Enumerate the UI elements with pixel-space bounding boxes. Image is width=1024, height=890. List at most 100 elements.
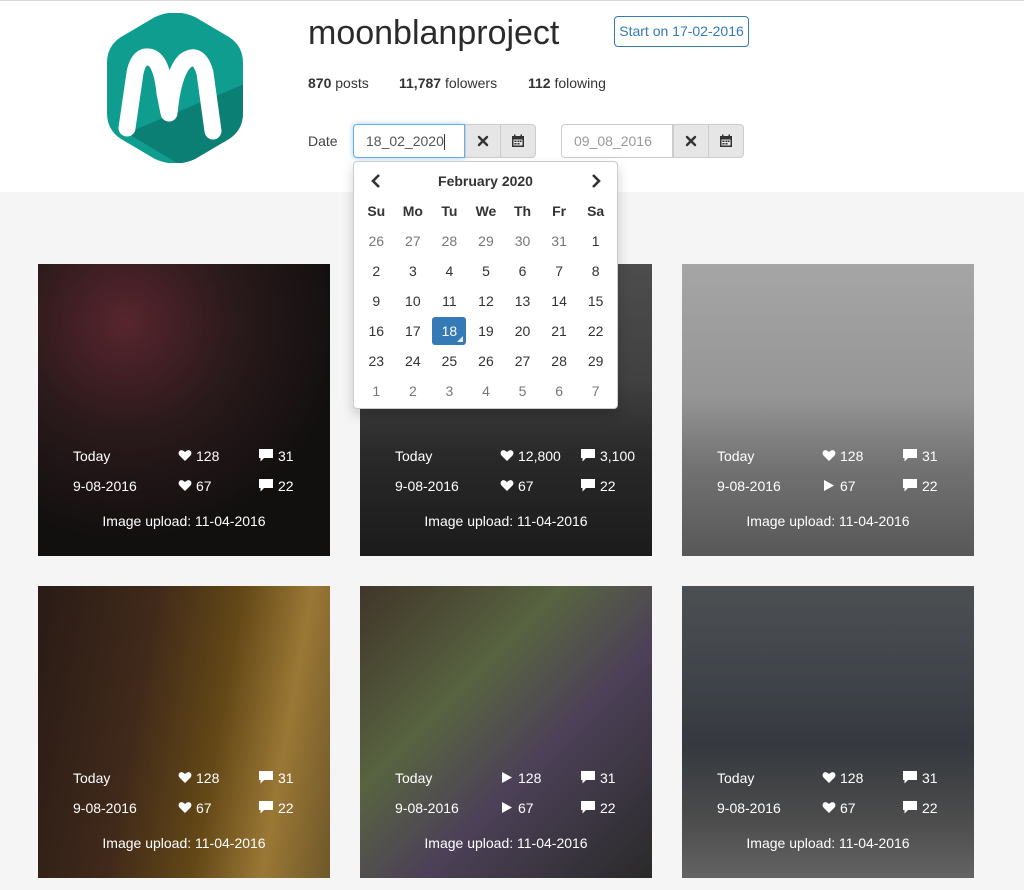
- calendar-month-title[interactable]: February 2020: [354, 173, 617, 189]
- today-comments: 31: [278, 448, 294, 464]
- calendar-day[interactable]: 29: [468, 226, 505, 256]
- date-likes: 67: [196, 800, 212, 816]
- date-likes: 67: [518, 478, 534, 494]
- today-comments: 31: [922, 448, 938, 464]
- calendar-day[interactable]: 21: [541, 316, 578, 346]
- calendar-day[interactable]: 25: [431, 346, 468, 376]
- date-comments: 22: [600, 478, 616, 494]
- from-calendar-button[interactable]: [500, 124, 536, 158]
- calendar-icon: [720, 134, 732, 147]
- calendar-day[interactable]: 1: [577, 226, 614, 256]
- calendar-day[interactable]: 23: [358, 346, 395, 376]
- calendar-day[interactable]: 28: [541, 346, 578, 376]
- heart-icon: [500, 450, 514, 461]
- calendar-day[interactable]: 11: [431, 286, 468, 316]
- calendar-day[interactable]: 6: [541, 376, 578, 406]
- calendar-day[interactable]: 20: [504, 316, 541, 346]
- calendar-day[interactable]: 17: [395, 316, 432, 346]
- today-likes: 128: [196, 770, 220, 786]
- calendar-day[interactable]: 22: [577, 316, 614, 346]
- calendar-day[interactable]: 28: [431, 226, 468, 256]
- calendar-day[interactable]: 2: [395, 376, 432, 406]
- calendar-day-selected[interactable]: 18: [432, 317, 467, 345]
- calendar-day[interactable]: 10: [395, 286, 432, 316]
- calendar-day[interactable]: 9: [358, 286, 395, 316]
- heart-icon: [178, 772, 192, 783]
- comment-icon: [581, 801, 595, 814]
- calendar-day[interactable]: 3: [395, 256, 432, 286]
- date-comments: 22: [278, 478, 294, 494]
- calendar-day[interactable]: 5: [504, 376, 541, 406]
- calendar-day[interactable]: 4: [431, 256, 468, 286]
- calendar-day[interactable]: 30: [504, 226, 541, 256]
- calendar-day[interactable]: 24: [395, 346, 432, 376]
- heart-icon: [500, 480, 514, 491]
- image-upload-date: Image upload: 11-04-2016: [424, 835, 588, 851]
- calendar-day[interactable]: 14: [541, 286, 578, 316]
- date-comments: 22: [600, 800, 616, 816]
- today-label: Today: [395, 770, 433, 786]
- calendar-day[interactable]: 15: [577, 286, 614, 316]
- comment-icon: [903, 801, 917, 814]
- post-card[interactable]: Today 128 31 9-08-2016 67 22 Image upload: 11-…: [682, 264, 974, 556]
- post-card[interactable]: Today 128 31 9-08-2016 67 22 Image upload: 11-…: [38, 264, 330, 556]
- calendar-day[interactable]: 27: [395, 226, 432, 256]
- calendar-day[interactable]: 29: [577, 346, 614, 376]
- calendar-day[interactable]: 2: [358, 256, 395, 286]
- calendar-day[interactable]: 4: [468, 376, 505, 406]
- weekday-label: We: [475, 203, 497, 219]
- today-label: Today: [717, 770, 755, 786]
- comment-icon: [903, 449, 917, 462]
- weekday-label: Su: [367, 203, 386, 219]
- calendar-day[interactable]: 26: [468, 346, 505, 376]
- calendar-day[interactable]: 16: [358, 316, 395, 346]
- calendar-day[interactable]: 7: [577, 376, 614, 406]
- weekday-label: Sa: [587, 203, 605, 219]
- today-label: Today: [73, 770, 111, 786]
- to-date-input[interactable]: 09_08_2016: [561, 124, 673, 158]
- calendar-day[interactable]: 8: [577, 256, 614, 286]
- comment-icon: [259, 479, 273, 492]
- image-upload-date: Image upload: 11-04-2016: [746, 513, 910, 529]
- calendar-week-row: 16 17 18 19 20 21 22: [358, 316, 614, 346]
- calendar-day[interactable]: 19: [468, 316, 505, 346]
- date-filter-label: Date: [308, 133, 338, 149]
- calendar-day[interactable]: 12: [468, 286, 505, 316]
- from-date-value: 18_02_2020: [366, 133, 444, 149]
- clear-to-date-button[interactable]: [673, 124, 709, 158]
- brand-logo: [107, 13, 243, 163]
- calendar-day[interactable]: 31: [541, 226, 578, 256]
- close-icon: [477, 135, 489, 147]
- calendar-day[interactable]: 26: [358, 226, 395, 256]
- today-likes: 12,800: [518, 448, 561, 464]
- calendar-day[interactable]: 27: [504, 346, 541, 376]
- calendar-day[interactable]: 5: [468, 256, 505, 286]
- to-calendar-button[interactable]: [708, 124, 744, 158]
- comment-icon: [581, 449, 595, 462]
- calendar-day[interactable]: 7: [541, 256, 578, 286]
- post-card[interactable]: Today 128 31 9-08-2016 67 22 Image upload: 11-…: [38, 586, 330, 878]
- date-comments: 22: [922, 800, 938, 816]
- today-likes: 128: [518, 770, 542, 786]
- from-date-input[interactable]: 18_02_2020: [353, 124, 465, 158]
- post-card[interactable]: Today 128 31 9-08-2016 67 22 Image upload: 11-…: [682, 586, 974, 878]
- following-count: 112: [528, 75, 551, 91]
- calendar-week-row: 9 10 11 12 13 14 15: [358, 286, 614, 316]
- calendar-day[interactable]: 1: [358, 376, 395, 406]
- today-label: Today: [395, 448, 433, 464]
- image-upload-date: Image upload: 11-04-2016: [424, 513, 588, 529]
- weekday-label: Mo: [402, 203, 423, 219]
- comment-icon: [581, 479, 595, 492]
- followers-label: folowers: [444, 75, 498, 91]
- next-month-button[interactable]: [584, 170, 608, 192]
- calendar-day[interactable]: 3: [431, 376, 468, 406]
- start-date-button[interactable]: Start on 17-02-2016: [614, 16, 749, 47]
- calendar-day[interactable]: 6: [504, 256, 541, 286]
- calendar-day[interactable]: 13: [504, 286, 541, 316]
- post-date: 9-08-2016: [73, 800, 137, 816]
- calendar-icon: [512, 134, 524, 147]
- post-card[interactable]: Today 128 31 9-08-2016 67 22 Image upload: 11-…: [360, 586, 652, 878]
- date-likes: 67: [196, 478, 212, 494]
- weekday-label: Th: [513, 203, 532, 219]
- clear-from-date-button[interactable]: [465, 124, 501, 158]
